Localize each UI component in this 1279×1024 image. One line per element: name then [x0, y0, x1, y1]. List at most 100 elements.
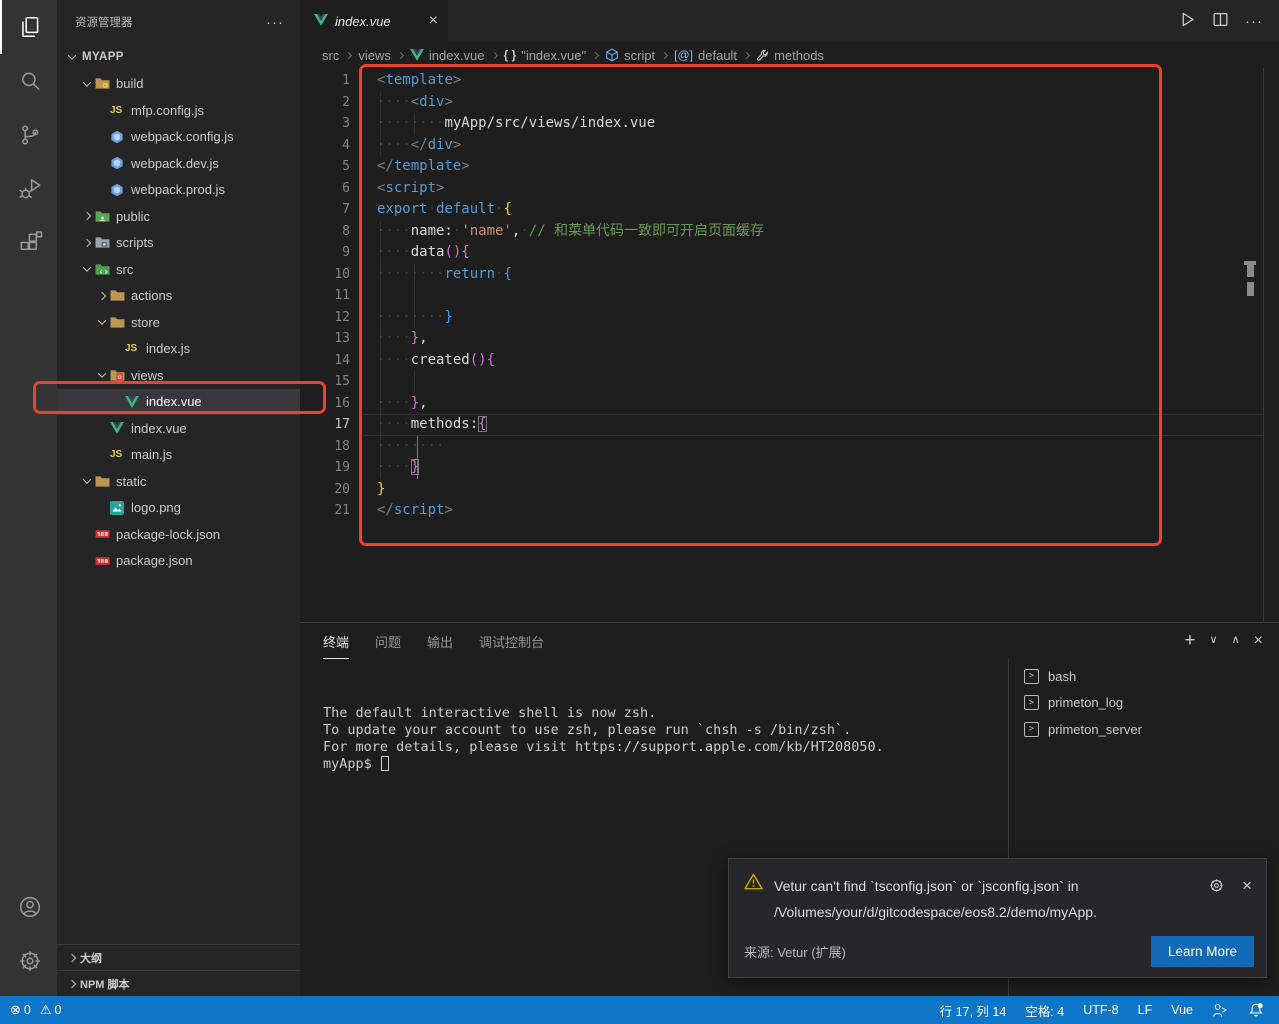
- activity-item-search[interactable]: [0, 54, 57, 108]
- run-icon[interactable]: [1179, 11, 1196, 32]
- overview-ruler[interactable]: [1263, 68, 1264, 622]
- status-encoding[interactable]: UTF-8: [1083, 1003, 1118, 1017]
- activity-item-run-debug[interactable]: [0, 162, 57, 216]
- terminal-instance-primeton_server[interactable]: >primeton_server: [1009, 716, 1279, 743]
- terminal-instance-bash[interactable]: >bash: [1009, 663, 1279, 690]
- code-line-6[interactable]: 6<script>: [300, 178, 1279, 200]
- vue-icon: [110, 422, 129, 434]
- terminal-dropdown-icon[interactable]: ∨: [1210, 635, 1218, 646]
- more-actions-icon[interactable]: ···: [1245, 13, 1263, 30]
- sidebar-section-NPM 脚本[interactable]: NPM 脚本: [57, 970, 300, 996]
- code-line-1[interactable]: 1<template>: [300, 70, 1279, 92]
- code-line-17[interactable]: 17····methods:{: [300, 414, 1279, 436]
- status-eol[interactable]: LF: [1138, 1003, 1153, 1017]
- code-line-4[interactable]: 4····</div>: [300, 135, 1279, 157]
- code-line-10[interactable]: 10········return·{: [300, 264, 1279, 286]
- warning-icon: [744, 873, 763, 925]
- terminal-instance-primeton_log[interactable]: >primeton_log: [1009, 690, 1279, 717]
- tree-item-label: package.json: [116, 553, 193, 568]
- status-language-mode[interactable]: Vue: [1171, 1003, 1193, 1017]
- tree-item-label: scripts: [116, 235, 154, 250]
- breadcrumb-item-src[interactable]: src: [322, 48, 339, 63]
- line-number: 18: [300, 436, 350, 458]
- breadcrumb-item-default[interactable]: [@]default: [674, 48, 737, 63]
- tab-index-vue[interactable]: index.vue ×: [300, 0, 448, 42]
- activity-item-extensions[interactable]: [0, 216, 57, 270]
- breadcrumb-item-script[interactable]: script: [605, 48, 655, 63]
- code-line-15[interactable]: 15: [300, 371, 1279, 393]
- learn-more-button[interactable]: Learn More: [1151, 936, 1254, 967]
- tree-item-src[interactable]: src: [57, 256, 300, 283]
- code-editor[interactable]: 1<template>2····<div>3········myApp/src/…: [300, 68, 1279, 622]
- vscode-window: 资源管理器 ··· MYAPPbuildJSmfp.config.jswebpa…: [0, 0, 1279, 1024]
- split-editor-icon[interactable]: [1212, 11, 1229, 32]
- code-line-21[interactable]: 21</script>: [300, 500, 1279, 522]
- tree-item-package.json[interactable]: package.json: [57, 548, 300, 575]
- panel-tab-调试控制台[interactable]: 调试控制台: [479, 632, 544, 659]
- close-tab-icon[interactable]: ×: [429, 13, 438, 29]
- tree-item-scripts[interactable]: scripts: [57, 230, 300, 257]
- tree-item-index.js[interactable]: JSindex.js: [57, 336, 300, 363]
- status-cursor-position[interactable]: 行 17, 列 14: [940, 1001, 1007, 1020]
- notification-settings-gear-icon[interactable]: [1208, 877, 1225, 899]
- warning-count: 0: [55, 1003, 62, 1017]
- activity-item-source-control[interactable]: [0, 108, 57, 162]
- code-line-20[interactable]: 20}: [300, 479, 1279, 501]
- code-line-3[interactable]: 3········myApp/src/views/index.vue: [300, 113, 1279, 135]
- new-terminal-icon[interactable]: +: [1184, 631, 1195, 650]
- activity-item-explorer[interactable]: [0, 0, 57, 54]
- panel-tab-输出[interactable]: 输出: [427, 632, 453, 659]
- activity-item-settings[interactable]: [0, 934, 57, 988]
- code-line-13[interactable]: 13····},: [300, 328, 1279, 350]
- tree-item-logo.png[interactable]: logo.png: [57, 495, 300, 522]
- tree-item-mfp.config.js[interactable]: JSmfp.config.js: [57, 97, 300, 124]
- tree-item-webpack.dev.js[interactable]: webpack.dev.js: [57, 150, 300, 177]
- code-line-16[interactable]: 16····},: [300, 393, 1279, 415]
- notification-close-icon[interactable]: ×: [1242, 877, 1252, 894]
- tree-item-store[interactable]: store: [57, 309, 300, 336]
- explorer-more-actions-icon[interactable]: ···: [266, 14, 284, 31]
- status-indentation[interactable]: 空格: 4: [1025, 1001, 1064, 1020]
- tree-item-myapp[interactable]: MYAPP: [57, 44, 300, 71]
- tree-item-public[interactable]: public: [57, 203, 300, 230]
- maximize-panel-icon[interactable]: ∧: [1232, 635, 1240, 646]
- tree-item-index.vue[interactable]: index.vue: [57, 389, 300, 416]
- panel-tab-终端[interactable]: 终端: [323, 632, 349, 659]
- status-notifications[interactable]: [1248, 1002, 1264, 1018]
- tree-item-main.js[interactable]: JSmain.js: [57, 442, 300, 469]
- tree-item-views[interactable]: views: [57, 362, 300, 389]
- breadcrumb-item-index.vue[interactable]: { }"index.vue": [504, 48, 587, 63]
- code-line-19[interactable]: 19····}: [300, 457, 1279, 479]
- tree-item-webpack.config.js[interactable]: webpack.config.js: [57, 124, 300, 151]
- close-panel-icon[interactable]: ×: [1254, 633, 1263, 649]
- status-feedback[interactable]: [1212, 1002, 1229, 1019]
- line-number: 2: [300, 92, 350, 114]
- breadcrumb-item-index.vue[interactable]: index.vue: [410, 48, 485, 63]
- code-line-8[interactable]: 8····name:·'name',·// 和菜单代码一致即可开启页面缓存: [300, 221, 1279, 243]
- code-line-5[interactable]: 5</template>: [300, 156, 1279, 178]
- breadcrumb-item-views[interactable]: views: [358, 48, 391, 63]
- tree-item-static[interactable]: static: [57, 468, 300, 495]
- code-line-12[interactable]: 12········}: [300, 307, 1279, 329]
- code-line-7[interactable]: 7export·default·{: [300, 199, 1279, 221]
- code-line-11[interactable]: 11: [300, 285, 1279, 307]
- panel-tab-问题[interactable]: 问题: [375, 632, 401, 659]
- code-line-9[interactable]: 9····data(){: [300, 242, 1279, 264]
- tree-item-actions[interactable]: actions: [57, 283, 300, 310]
- tree-item-package-lock.json[interactable]: package-lock.json: [57, 521, 300, 548]
- editor-area: index.vue × ··· src views index.vue { }"ind…: [300, 0, 1279, 996]
- activity-item-account[interactable]: [0, 880, 57, 934]
- tree-item-label: src: [116, 262, 133, 277]
- breadcrumb-item-methods[interactable]: methods: [756, 48, 824, 63]
- tree-item-build[interactable]: build: [57, 71, 300, 98]
- code-line-14[interactable]: 14····created(){: [300, 350, 1279, 372]
- folder-actions-icon: [110, 289, 129, 302]
- bell-icon: [1248, 1002, 1264, 1018]
- problems-status[interactable]: ⊗ 0 ⚠ 0: [0, 1002, 61, 1018]
- code-line-2[interactable]: 2····<div>: [300, 92, 1279, 114]
- chevron-closed-icon: [63, 955, 80, 961]
- tree-item-webpack.prod.js[interactable]: webpack.prod.js: [57, 177, 300, 204]
- code-line-18[interactable]: 18········: [300, 436, 1279, 458]
- tree-item-index.vue[interactable]: index.vue: [57, 415, 300, 442]
- sidebar-section-大纲[interactable]: 大纲: [57, 944, 300, 970]
